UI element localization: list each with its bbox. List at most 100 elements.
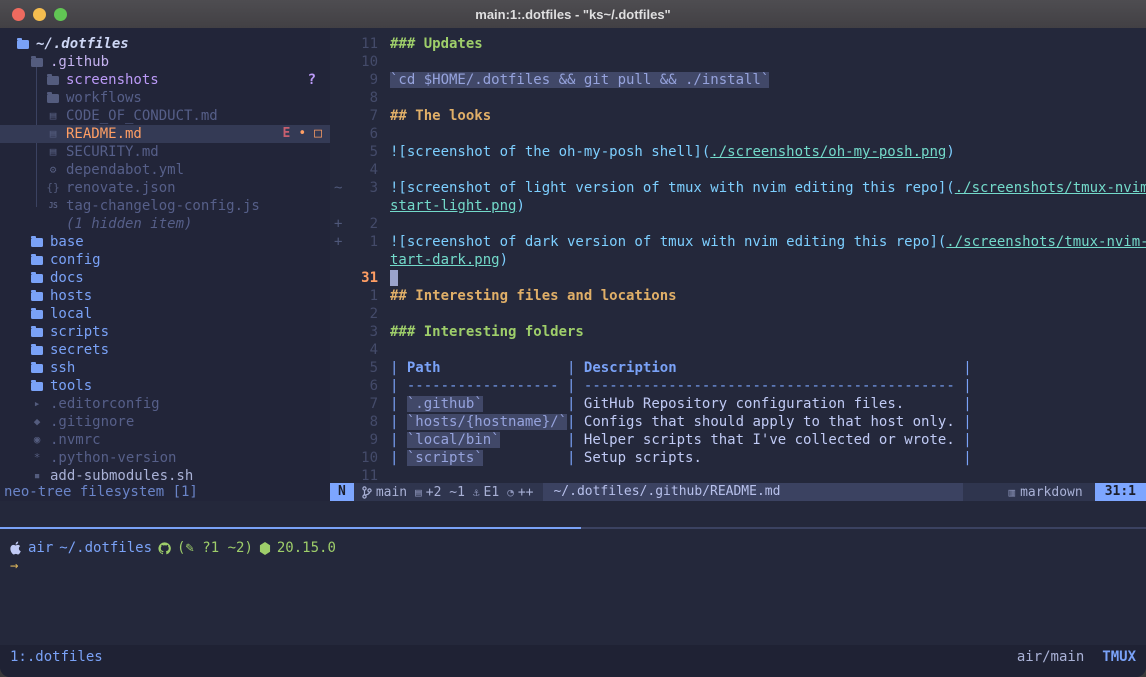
- tree-item-security-md[interactable]: ▤SECURITY.md: [0, 143, 330, 161]
- editor-line[interactable]: 5| Path | Description |: [330, 359, 1146, 377]
- tree-item-docs[interactable]: docs: [0, 269, 330, 287]
- folder-icon: [30, 346, 44, 355]
- editor-line[interactable]: 8| `hosts/{hostname}/`| Configs that sho…: [330, 413, 1146, 431]
- tree-item-secrets[interactable]: secrets: [0, 341, 330, 359]
- minimize-button[interactable]: [33, 8, 46, 21]
- file-md-icon: ▤: [46, 107, 60, 125]
- tree-item-config[interactable]: config: [0, 251, 330, 269]
- line-number: 4: [350, 341, 378, 359]
- editor-line[interactable]: 9`cd $HOME/.dotfiles && git pull && ./in…: [330, 71, 1146, 89]
- tree-item-renovate-json[interactable]: {}renovate.json: [0, 179, 330, 197]
- tree-item-label: .editorconfig: [50, 395, 160, 413]
- js-icon: JS: [46, 197, 60, 215]
- tree-item--python-version[interactable]: *.python-version: [0, 449, 330, 467]
- editor-line[interactable]: ~3![screenshot of light version of tmux …: [330, 179, 1146, 197]
- line-number: 6: [350, 377, 378, 395]
- line-number: 9: [350, 431, 378, 449]
- folder-icon: [30, 274, 44, 283]
- editor-line[interactable]: 4: [330, 161, 1146, 179]
- editor-line[interactable]: start-light.png): [330, 197, 1146, 215]
- tree-item-screenshots[interactable]: screenshots?: [0, 71, 330, 89]
- syntax-img: ): [946, 144, 954, 160]
- line-text: ### Updates: [390, 35, 483, 53]
- line-number: 7: [350, 395, 378, 413]
- tree-item-ssh[interactable]: ssh: [0, 359, 330, 377]
- tree-item-code-of-conduct-md[interactable]: ▤CODE_OF_CONDUCT.md: [0, 107, 330, 125]
- file-path[interactable]: ~/.dotfiles/.github/README.md: [543, 483, 963, 501]
- tree-item--github[interactable]: .github: [0, 53, 330, 71]
- git-branch[interactable]: main: [362, 485, 407, 500]
- close-button[interactable]: [12, 8, 25, 21]
- editor-line[interactable]: +1![screenshot of dark version of tmux w…: [330, 233, 1146, 251]
- editor-line[interactable]: 31: [330, 269, 1146, 287]
- zoom-button[interactable]: [54, 8, 67, 21]
- folder-icon: [30, 382, 44, 391]
- diamond-icon: ◆: [30, 413, 44, 431]
- tree-item-dependabot-yml[interactable]: ⚙dependabot.yml: [0, 161, 330, 179]
- tree-item--nvmrc[interactable]: ◉.nvmrc: [0, 431, 330, 449]
- gutter-sign: [330, 161, 350, 179]
- editor-line[interactable]: 10: [330, 53, 1146, 71]
- editor-line[interactable]: 6| ------------------ | ----------------…: [330, 377, 1146, 395]
- editor-line[interactable]: 9| `local/bin` | Helper scripts that I'v…: [330, 431, 1146, 449]
- shell-pane[interactable]: air ~/.dotfiles (✎ ?1 ~2) 20.15.0 →: [0, 529, 1146, 645]
- prompt-arrow[interactable]: →: [0, 557, 1146, 575]
- tree-item-tools[interactable]: tools: [0, 377, 330, 395]
- editor-line[interactable]: +2: [330, 215, 1146, 233]
- editor-line[interactable]: 3### Interesting folders: [330, 323, 1146, 341]
- cursor-block: [390, 270, 398, 286]
- braces-icon: {}: [46, 179, 60, 197]
- syntax-cell: [398, 396, 406, 412]
- editor-line[interactable]: 2: [330, 305, 1146, 323]
- line-text: ![screenshot of light version of tmux wi…: [390, 179, 1146, 197]
- line-number: [350, 251, 378, 269]
- tree-item-tag-changelog-config-js[interactable]: JStag-changelog-config.js: [0, 197, 330, 215]
- syntax-h3: ### Interesting folders: [390, 324, 584, 340]
- tree-item-add-submodules-sh[interactable]: ▪add-submodules.sh: [0, 467, 330, 485]
- editor-line[interactable]: 6: [330, 125, 1146, 143]
- circle-icon: ◉: [30, 431, 44, 449]
- tree-item--1-hidden-item-[interactable]: (1 hidden item): [0, 215, 330, 233]
- folder-icon: [30, 364, 44, 373]
- line-text: ## The looks: [390, 107, 491, 125]
- editor-line[interactable]: 7| `.github` | GitHub Repository configu…: [330, 395, 1146, 413]
- gutter-sign: [330, 341, 350, 359]
- editor-line[interactable]: tart-dark.png): [330, 251, 1146, 269]
- editor-line[interactable]: 4: [330, 341, 1146, 359]
- prompt-user: air: [28, 539, 53, 557]
- tree-item--dotfiles[interactable]: ~/.dotfiles: [0, 35, 330, 53]
- diagnostics[interactable]: ⚓︎ E1: [473, 485, 499, 500]
- editor-line[interactable]: 10| `scripts` | Setup scripts. |: [330, 449, 1146, 467]
- tree-item--editorconfig[interactable]: ▸.editorconfig: [0, 395, 330, 413]
- tmux-session: air/main: [1017, 649, 1084, 665]
- syntax-link: ./screenshots/tmux-nvim-kick: [955, 180, 1146, 196]
- cursor-position: 31:1: [1095, 483, 1146, 501]
- tree-item-local[interactable]: local: [0, 305, 330, 323]
- tmux-window-label[interactable]: 1:.dotfiles: [10, 649, 103, 665]
- tree-item-label: config: [50, 251, 101, 269]
- editor-line[interactable]: 11### Updates: [330, 35, 1146, 53]
- tree-item-scripts[interactable]: scripts: [0, 323, 330, 341]
- editor-line[interactable]: 5![screenshot of the oh-my-posh shell](.…: [330, 143, 1146, 161]
- editor-line[interactable]: 1## Interesting files and locations: [330, 287, 1146, 305]
- syntax-code: `hosts/{hostname}/`: [407, 414, 567, 430]
- syntax-link: start-light.png: [390, 198, 516, 214]
- line-number: 5: [350, 143, 378, 161]
- neotree-status: neo-tree filesystem [1]: [4, 484, 198, 500]
- tree-item-base[interactable]: base: [0, 233, 330, 251]
- tree-item-label: SECURITY.md: [66, 143, 159, 161]
- editor-buffer[interactable]: 11### Updates109`cd $HOME/.dotfiles && g…: [330, 28, 1146, 490]
- editor-line[interactable]: 7## The looks: [330, 107, 1146, 125]
- flask-icon: ⚓︎: [473, 486, 480, 499]
- tree-item-readme-md[interactable]: ▤README.mdE•□: [0, 125, 330, 143]
- tree-item-label: (1 hidden item): [66, 215, 192, 233]
- line-number: 10: [350, 53, 378, 71]
- line-number: 9: [350, 71, 378, 89]
- tree-item-hosts[interactable]: hosts: [0, 287, 330, 305]
- editor-line[interactable]: 8: [330, 89, 1146, 107]
- tree-item--gitignore[interactable]: ◆.gitignore: [0, 413, 330, 431]
- tree-item-workflows[interactable]: workflows: [0, 89, 330, 107]
- syntax-code: `local/bin`: [407, 432, 500, 448]
- tree-item-label: .github: [50, 53, 109, 71]
- line-text: tart-dark.png): [390, 251, 508, 269]
